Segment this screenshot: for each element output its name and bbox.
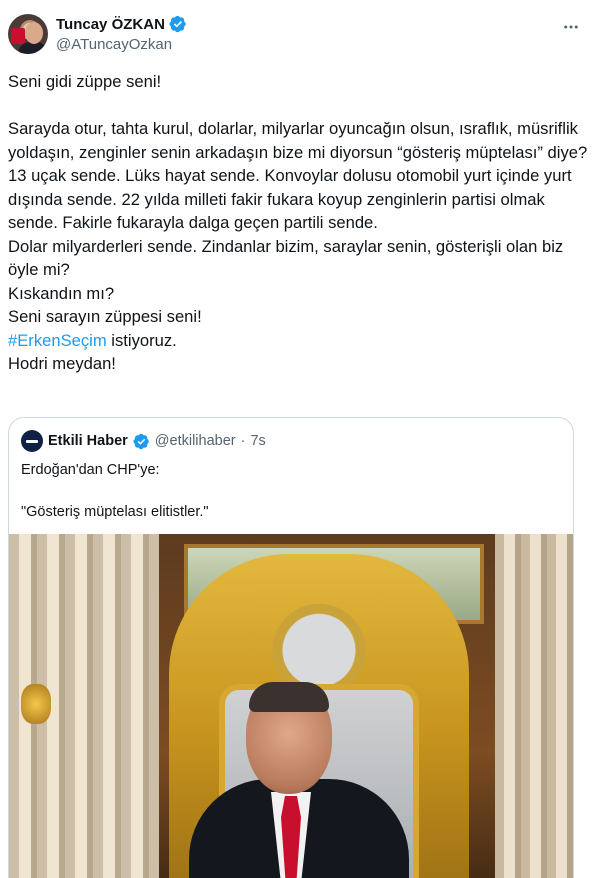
quote-text: Erdoğan'dan CHP'ye: "Gösteriş müptelası … <box>21 460 209 523</box>
quote-media-image[interactable] <box>9 534 573 878</box>
tweet-line: Kıskandın mı? <box>8 283 115 303</box>
quote-timestamp[interactable]: 7s <box>250 433 265 449</box>
quote-separator: · <box>240 433 246 449</box>
author-name[interactable]: Tuncay ÖZKAN <box>56 16 165 33</box>
verified-badge-icon <box>133 433 149 449</box>
more-horizontal-icon[interactable] <box>560 16 582 38</box>
quote-author-handle[interactable]: @etkilihaber <box>155 433 236 449</box>
quote-author-name[interactable]: Etkili Haber <box>48 433 128 449</box>
tweet-line: Hodri meydan! <box>8 354 116 373</box>
author-name-row: Tuncay ÖZKAN <box>56 15 187 33</box>
tweet-line: Dolar milyarderleri sende. Zindanlar biz… <box>8 236 564 280</box>
tweet-line-rest: istiyoruz. <box>106 330 177 350</box>
hashtag-link[interactable]: #ErkenSeçim <box>8 331 107 350</box>
author-avatar[interactable] <box>8 14 48 54</box>
quote-line: "Gösteriş müptelası elitistler." <box>21 504 209 520</box>
tweet-line: #ErkenSeçim istiyoruz. <box>8 329 588 353</box>
tweet-header: Tuncay ÖZKAN @ATuncayOzkan <box>8 14 592 58</box>
quote-line: Erdoğan'dan CHP'ye: <box>21 462 160 478</box>
tweet-line: Seni gidi züppe seni! <box>8 72 162 91</box>
verified-badge-icon <box>169 15 186 33</box>
tweet-line: Seni sarayın züppesi seni! <box>8 307 202 326</box>
tweet-text: Seni gidi züppe seni! Sarayda otur, taht… <box>8 70 588 376</box>
author-handle[interactable]: @ATuncayOzkan <box>56 36 172 53</box>
quote-avatar[interactable] <box>21 430 43 452</box>
quote-tweet[interactable]: Etkili Haber @etkilihaber · 7s Erdoğan'd… <box>8 417 574 878</box>
tweet-paragraph: Sarayda otur, tahta kurul, dolarlar, mil… <box>8 119 588 232</box>
quote-header: Etkili Haber @etkilihaber · 7s <box>21 430 266 452</box>
